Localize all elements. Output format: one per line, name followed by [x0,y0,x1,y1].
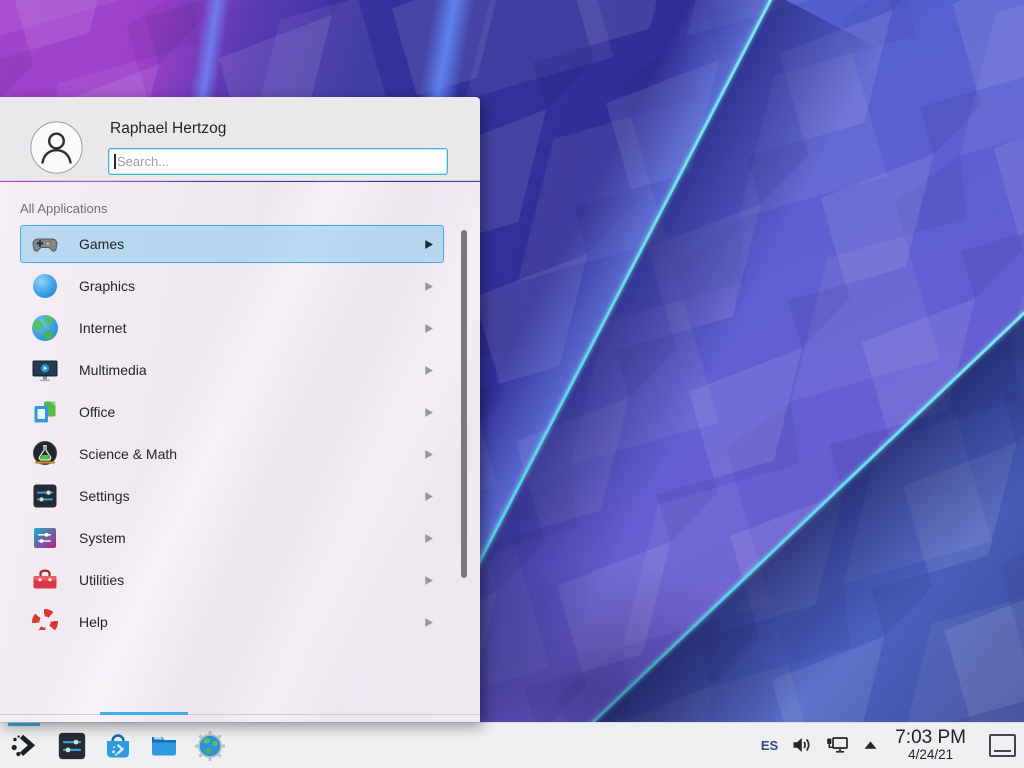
volume-icon[interactable] [791,735,812,755]
scrollbar-thumb[interactable] [461,230,467,578]
clock-date: 4/24/21 [908,748,953,762]
category-office[interactable]: Office ▶ [20,393,444,431]
launcher-body: All Applications Games ▶ [0,182,480,722]
submenu-arrow-icon: ▶ [425,448,433,461]
tray-expand-arrow-icon[interactable] [863,740,878,750]
internet-icon [31,314,59,342]
desktop: Raphael Hertzog All Applications [0,0,1024,768]
tab-favorites[interactable]: Favorites [0,715,96,722]
category-label: Games [79,236,124,252]
show-desktop-button[interactable] [989,734,1016,757]
category-label: Graphics [79,278,135,294]
submenu-arrow-icon: ▶ [425,616,433,629]
submenu-arrow-icon: ▶ [425,322,433,335]
tab-applications[interactable]: Applications [96,715,192,722]
tab-history[interactable]: History [288,715,384,722]
tab-leave[interactable]: Leave [384,715,480,722]
category-utilities[interactable]: Utilities ▶ [20,561,444,599]
file-manager-icon[interactable] [148,730,180,762]
search-input[interactable] [108,148,448,175]
games-icon [31,230,59,258]
taskbar-left [0,730,226,762]
multimedia-icon [31,356,59,384]
category-internet[interactable]: Internet ▶ [20,309,444,347]
user-avatar-icon [30,121,83,174]
taskbar: ES 7:03 PM 4/24/21 [0,722,1024,768]
keyboard-layout-indicator[interactable]: ES [761,738,778,753]
system-tray: ES 7:03 PM 4/24/21 [761,728,1024,762]
system-icon [31,524,59,552]
tab-computer[interactable]: Computer [192,715,288,722]
category-label: Utilities [79,572,124,588]
tab-bar: Favorites Applications [0,715,480,722]
section-label: All Applications [20,201,107,216]
application-launcher-button[interactable] [8,730,40,762]
category-graphics[interactable]: Graphics ▶ [20,267,444,305]
user-name: Raphael Hertzog [110,120,226,138]
kde-application-launcher-icon [9,731,39,761]
category-label: Multimedia [79,362,147,378]
graphics-icon [31,272,59,300]
discover-icon[interactable] [102,730,134,762]
clock-time: 7:03 PM [895,728,966,748]
digital-clock[interactable]: 7:03 PM 4/24/21 [895,728,966,762]
submenu-arrow-icon: ▶ [425,280,433,293]
submenu-arrow-icon: ▶ [425,364,433,377]
system-settings-icon[interactable] [56,730,88,762]
category-label: Internet [79,320,126,336]
category-label: System [79,530,126,546]
category-label: Office [79,404,115,420]
web-browser-icon[interactable] [194,730,226,762]
application-launcher-menu: Raphael Hertzog All Applications [0,97,480,722]
category-multimedia[interactable]: Multimedia ▶ [20,351,444,389]
category-settings[interactable]: Settings ▶ [20,477,444,515]
category-games[interactable]: Games ▶ [20,225,444,263]
network-icon[interactable] [825,735,850,755]
launcher-header: Raphael Hertzog [0,97,480,181]
submenu-arrow-icon: ▶ [425,490,433,503]
category-label: Help [79,614,108,630]
office-icon [31,398,59,426]
submenu-arrow-icon: ▶ [425,574,433,587]
submenu-arrow-icon: ▶ [425,532,433,545]
category-system[interactable]: System ▶ [20,519,444,557]
submenu-arrow-icon: ▶ [425,406,433,419]
category-help[interactable]: Help ▶ [20,603,444,630]
category-label: Science & Math [79,446,177,462]
user-avatar[interactable] [30,121,83,174]
launcher-active-indicator [8,723,40,726]
text-caret [114,154,116,169]
active-tab-indicator [100,712,188,715]
settings-icon [31,482,59,510]
category-label: Settings [79,488,130,504]
help-icon [31,608,59,630]
submenu-arrow-icon: ▶ [425,238,433,251]
category-science-math[interactable]: Science & Math ▶ [20,435,444,473]
search-field [108,148,448,175]
category-list: Games ▶ Graphics ▶ Internet ▶ [0,225,480,630]
science-math-icon [31,440,59,468]
utilities-icon [31,566,59,594]
